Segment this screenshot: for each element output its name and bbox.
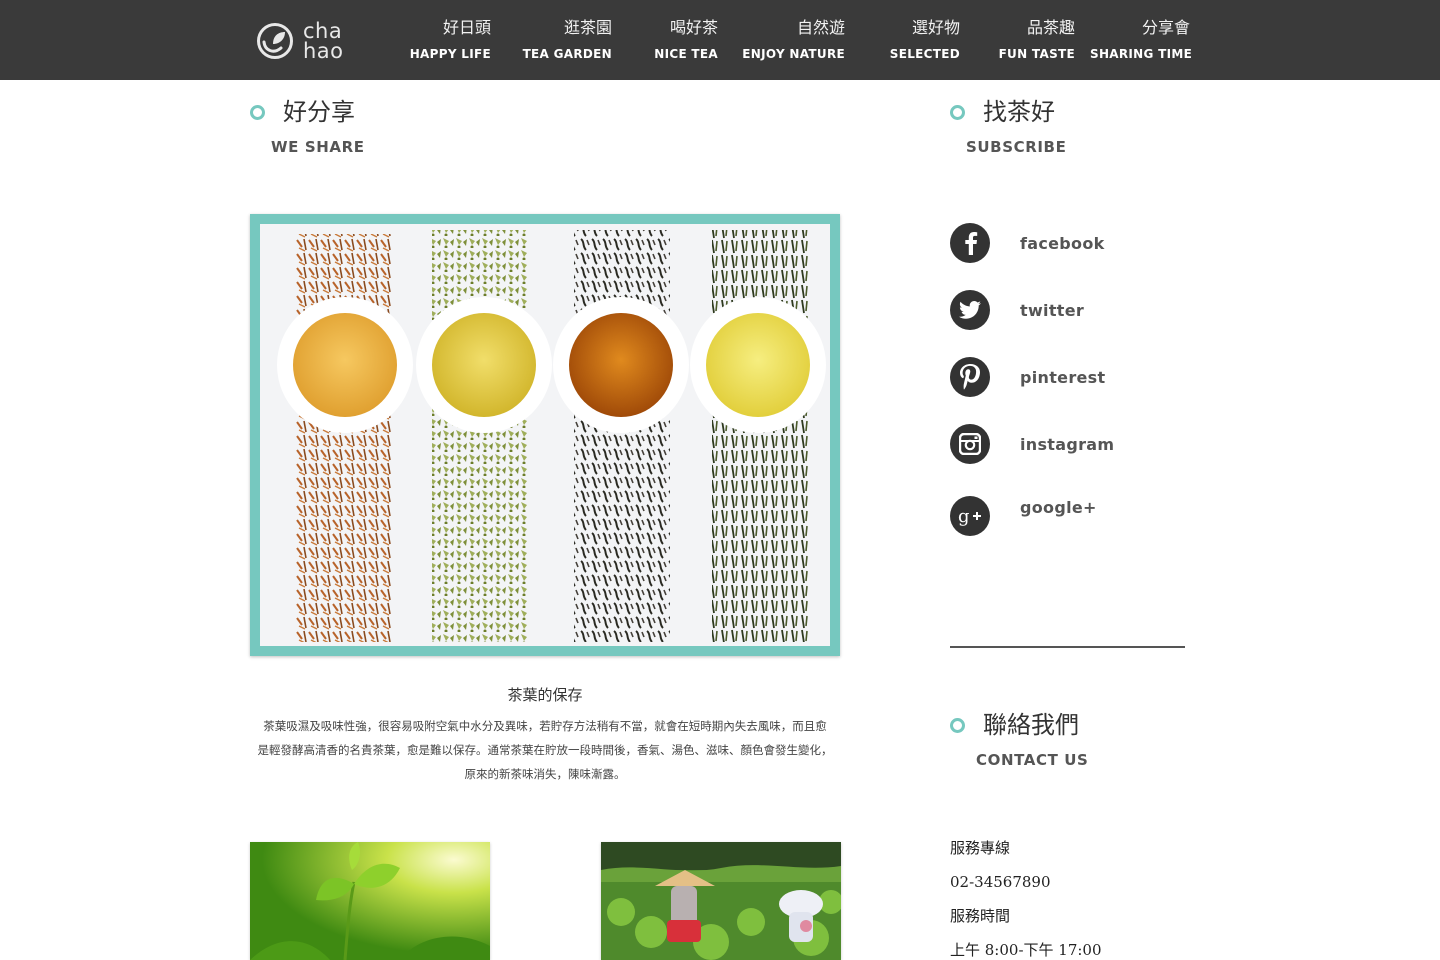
tea-cup-3 <box>553 297 689 433</box>
article-line: 原來的新茶味消失，陳味漸露。 <box>464 767 626 781</box>
nav-label-en: HAPPY LIFE <box>409 47 491 61</box>
nav-label-zh: 逛茶園 <box>563 18 612 37</box>
instagram-icon <box>950 424 990 464</box>
article-line: 是輕發酵高清香的名貴茶葉，愈是難以保存。通常茶葉在貯放一段時間後，香氣、湯色、滋… <box>257 743 833 757</box>
pinterest-icon <box>950 357 990 397</box>
social-label: instagram <box>1020 434 1115 454</box>
nav-label-en: FUN TASTE <box>998 47 1075 61</box>
section-title-en: WE SHARE <box>271 138 365 156</box>
article-line: 茶葉吸濕及吸味性強，很容易吸附空氣中水分及異味，若貯存方法稍有不當，就會在短時期… <box>263 719 827 733</box>
svg-text:g: g <box>958 506 970 527</box>
social-link-pinterest[interactable]: pinterest <box>950 357 1105 397</box>
site-logo[interactable]: cha hao <box>256 18 356 64</box>
section-title-zh: 好分享 <box>283 98 355 126</box>
tea-cup-1 <box>277 297 413 433</box>
tea-cups-photo <box>260 224 830 646</box>
subscribe-section-heading: 找茶好 SUBSCRIBE <box>950 97 1150 167</box>
nav-label-zh: 喝好茶 <box>669 18 718 37</box>
featured-image-frame[interactable] <box>250 214 840 656</box>
top-navigation-bar: cha hao 好日頭 HAPPY LIFE 逛茶園 TEA GARDEN 喝好… <box>0 0 1440 80</box>
leaf-cup-icon <box>257 23 293 59</box>
share-section-heading: 好分享 WE SHARE <box>250 97 450 167</box>
nav-label-zh: 自然遊 <box>796 18 845 37</box>
circle-bullet-icon <box>950 105 965 120</box>
tea-pickers-photo <box>601 842 841 960</box>
section-title-zh: 找茶好 <box>983 98 1055 126</box>
tea-cup-4 <box>690 297 826 433</box>
social-link-instagram[interactable]: instagram <box>950 424 1114 464</box>
circle-bullet-icon <box>950 718 965 733</box>
article-body: 茶葉吸濕及吸味性強，很容易吸附空氣中水分及異味，若貯存方法稍有不當，就會在短時期… <box>244 714 846 786</box>
facebook-icon <box>950 223 990 263</box>
hotline-label: 服務專線 <box>950 839 1011 857</box>
tea-cup-2 <box>416 297 552 433</box>
social-label: google+ <box>1020 497 1097 517</box>
social-link-twitter[interactable]: twitter <box>950 290 1084 330</box>
tea-sprout-thumbnail[interactable] <box>250 842 490 960</box>
circle-bullet-icon <box>250 105 265 120</box>
tea-pickers-thumbnail[interactable] <box>601 842 841 960</box>
nav-label-zh: 好日頭 <box>442 18 491 37</box>
logo-wordmark: cha hao <box>303 19 344 63</box>
article-title: 茶葉的保存 <box>507 686 583 704</box>
section-title-zh: 聯絡我們 <box>983 711 1079 739</box>
social-label: twitter <box>1020 300 1085 320</box>
nav-label-zh: 選好物 <box>911 18 960 37</box>
google-plus-icon: g <box>950 496 990 536</box>
sidebar-divider <box>950 646 1185 648</box>
nav-label-en: SHARING TIME <box>1090 47 1193 61</box>
section-title-en: SUBSCRIBE <box>966 138 1067 156</box>
nav-item-fun-taste[interactable]: 品茶趣 FUN TASTE <box>996 16 1075 68</box>
service-hours: 上午 8:00-下午 17:00 <box>950 941 1102 959</box>
nav-label-zh: 分享會 <box>1141 18 1190 37</box>
social-label: pinterest <box>1020 367 1106 387</box>
hours-label: 服務時間 <box>950 907 1011 925</box>
social-link-facebook[interactable]: facebook <box>950 223 1105 263</box>
nav-item-selected[interactable]: 選好物 SELECTED <box>888 16 960 68</box>
nav-item-sharing-time[interactable]: 分享會 SHARING TIME <box>1090 16 1193 68</box>
nav-label-en: ENJOY NATURE <box>742 47 845 61</box>
contact-section-heading: 聯絡我們 CONTACT US <box>950 710 1150 780</box>
twitter-icon <box>950 290 990 330</box>
nav-label-en: SELECTED <box>889 47 960 61</box>
tea-sprout-photo <box>250 842 490 960</box>
social-link-google-plus[interactable]: g google+ <box>950 487 1097 536</box>
nav-item-enjoy-nature[interactable]: 自然遊 ENJOY NATURE <box>740 16 845 68</box>
social-label: facebook <box>1020 233 1105 253</box>
nav-label-en: TEA GARDEN <box>522 47 612 61</box>
nav-label-en: NICE TEA <box>654 47 718 61</box>
nav-item-tea-garden[interactable]: 逛茶園 TEA GARDEN <box>520 16 612 68</box>
nav-item-nice-tea[interactable]: 喝好茶 NICE TEA <box>650 16 718 68</box>
tea-leaves-illustration <box>277 230 826 642</box>
section-title-en: CONTACT US <box>976 751 1089 769</box>
nav-label-zh: 品茶趣 <box>1026 18 1075 37</box>
nav-item-happy-life[interactable]: 好日頭 HAPPY LIFE <box>404 16 491 68</box>
hotline-number[interactable]: 02-34567890 <box>950 871 1051 893</box>
